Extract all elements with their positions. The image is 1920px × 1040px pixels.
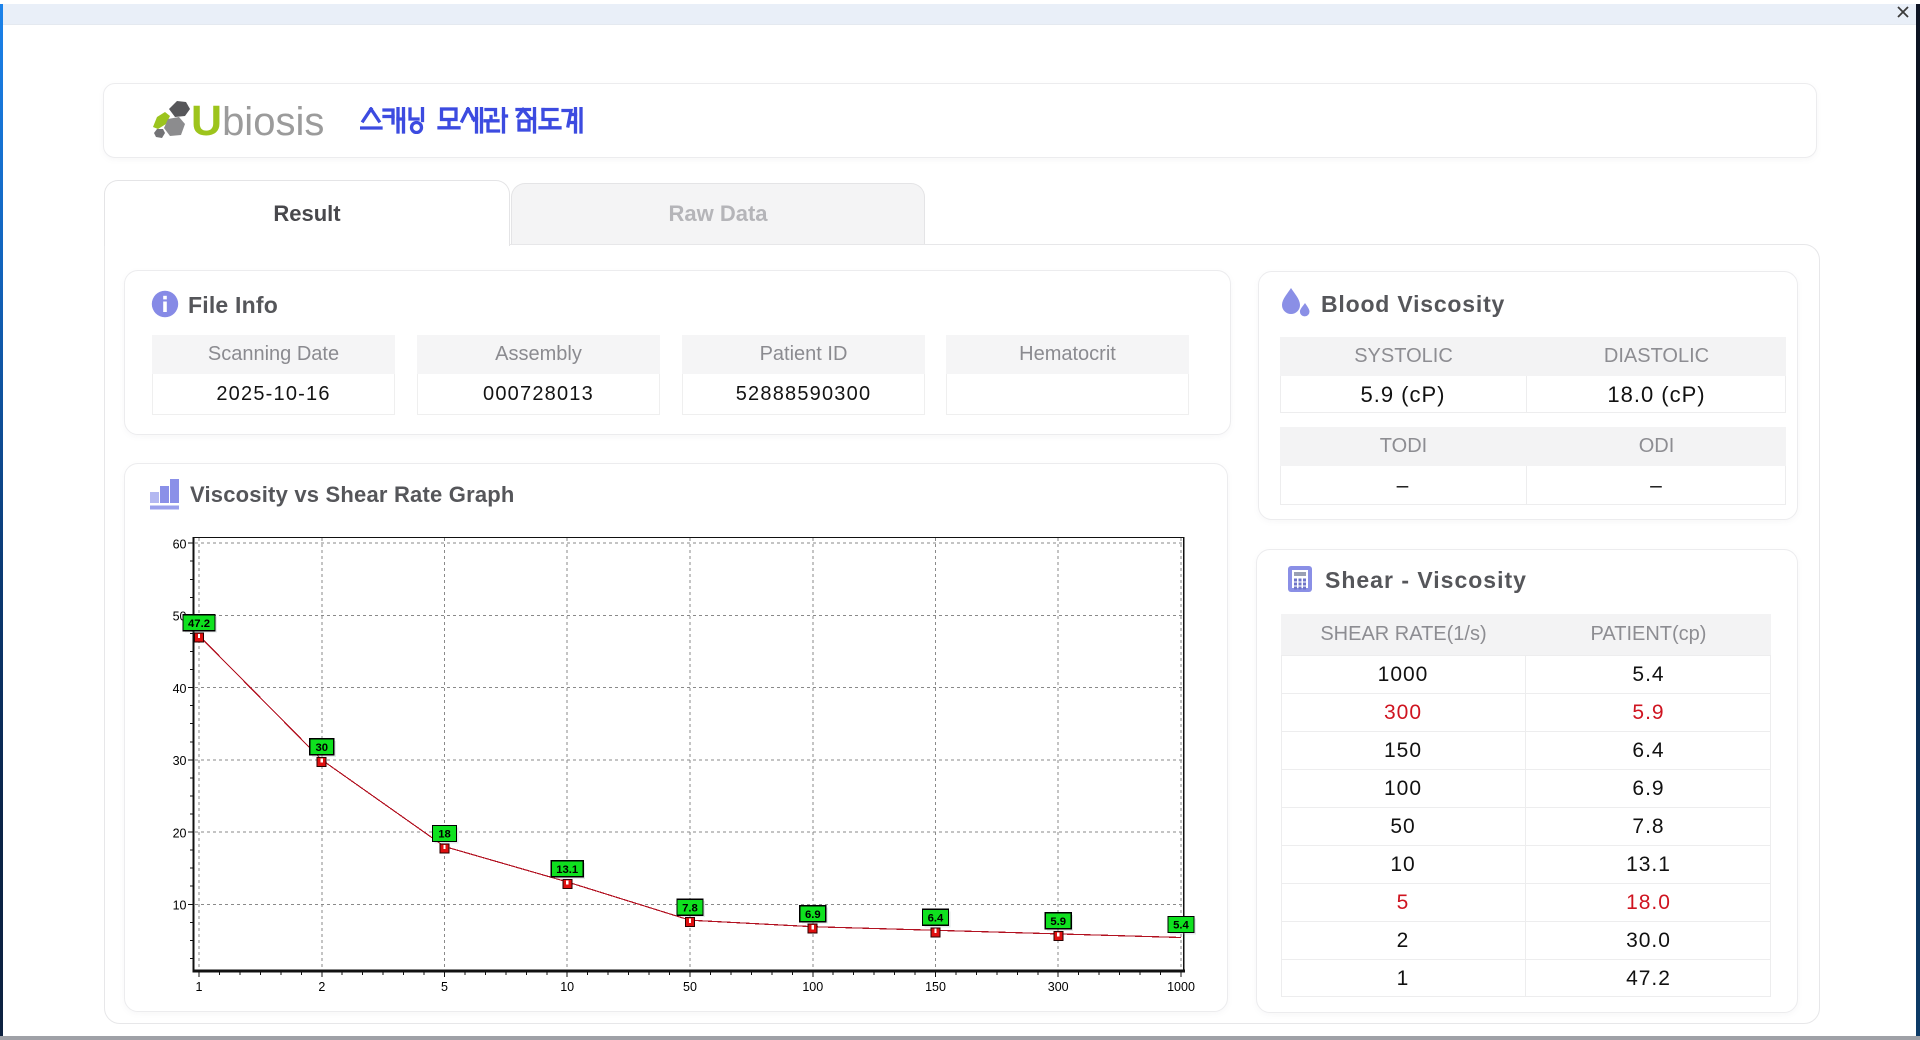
svg-text:60: 60	[173, 537, 187, 551]
svg-text:5.9: 5.9	[1050, 916, 1066, 928]
svg-text:1000: 1000	[1167, 980, 1195, 994]
svg-text:7.8: 7.8	[682, 902, 698, 914]
svg-text:10: 10	[560, 980, 574, 994]
svg-text:30: 30	[173, 754, 187, 768]
svg-text:6.9: 6.9	[805, 909, 821, 921]
svg-text:6.4: 6.4	[928, 913, 944, 925]
svg-text:100: 100	[802, 980, 823, 994]
svg-text:40: 40	[173, 682, 187, 696]
svg-text:13.1: 13.1	[556, 864, 578, 876]
svg-text:2: 2	[318, 980, 325, 994]
svg-text:47.2: 47.2	[188, 618, 210, 630]
svg-text:150: 150	[925, 980, 946, 994]
svg-text:5.4: 5.4	[1173, 920, 1189, 932]
svg-text:50: 50	[683, 980, 697, 994]
svg-text:10: 10	[173, 899, 187, 913]
svg-text:18: 18	[438, 829, 451, 841]
svg-text:30: 30	[316, 742, 329, 754]
svg-text:20: 20	[173, 826, 187, 840]
svg-text:5: 5	[441, 980, 448, 994]
svg-text:300: 300	[1048, 980, 1069, 994]
svg-text:1: 1	[196, 980, 203, 994]
